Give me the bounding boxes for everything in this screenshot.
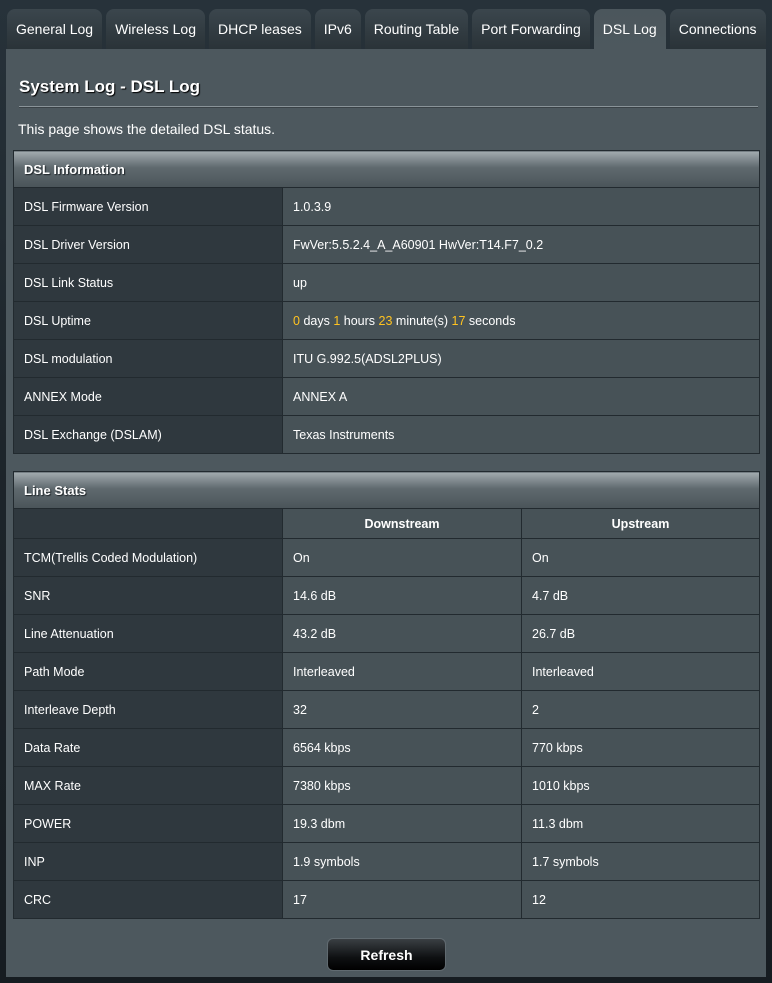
table-row: Path Mode Interleaved Interleaved: [13, 652, 760, 691]
title-divider: [19, 106, 758, 107]
table-row: ANNEX Mode ANNEX A: [13, 377, 760, 416]
downstream-value: 7380 kbps: [282, 766, 522, 805]
row-label: INP: [13, 842, 283, 881]
row-label: Interleave Depth: [13, 690, 283, 729]
refresh-button[interactable]: Refresh: [327, 938, 446, 971]
upstream-value: 770 kbps: [521, 728, 760, 767]
table-row: Line Attenuation 43.2 dB 26.7 dB: [13, 614, 760, 653]
line-stats-heading: Line Stats: [13, 471, 760, 509]
log-tab-bar: General Log Wireless Log DHCP leases IPv…: [7, 9, 766, 49]
row-value: FwVer:5.5.2.4_A_A60901 HwVer:T14.F7_0.2: [282, 225, 760, 264]
row-label: DSL Link Status: [13, 263, 283, 302]
table-row: Data Rate 6564 kbps 770 kbps: [13, 728, 760, 767]
table-row: POWER 19.3 dbm 11.3 dbm: [13, 804, 760, 843]
tab-connections[interactable]: Connections: [669, 9, 766, 49]
row-label: Path Mode: [13, 652, 283, 691]
dsl-log-panel: System Log - DSL Log This page shows the…: [6, 49, 766, 977]
table-row: DSL Exchange (DSLAM) Texas Instruments: [13, 415, 760, 454]
uptime-seconds-unit: seconds: [468, 313, 516, 328]
column-header-blank: [13, 508, 283, 539]
column-header-downstream: Downstream: [282, 508, 522, 539]
uptime-days: 0: [293, 313, 300, 328]
row-label: CRC: [13, 880, 283, 919]
row-value: ITU G.992.5(ADSL2PLUS): [282, 339, 760, 378]
tab-ipv6[interactable]: IPv6: [314, 9, 361, 49]
table-row: DSL Firmware Version 1.0.3.9: [13, 187, 760, 226]
table-row: DSL modulation ITU G.992.5(ADSL2PLUS): [13, 339, 760, 378]
upstream-value: 12: [521, 880, 760, 919]
upstream-value: 11.3 dbm: [521, 804, 760, 843]
uptime-hours: 1: [333, 313, 341, 328]
line-stats-table: Line Stats Downstream Upstream TCM(Trell…: [13, 471, 760, 919]
dsl-information-table: DSL Information DSL Firmware Version 1.0…: [13, 150, 760, 454]
tab-port-forwarding[interactable]: Port Forwarding: [472, 9, 590, 49]
downstream-value: 1.9 symbols: [282, 842, 522, 881]
tab-general-log[interactable]: General Log: [7, 9, 103, 49]
table-row: SNR 14.6 dB 4.7 dB: [13, 576, 760, 615]
uptime-hours-unit: hours: [343, 313, 376, 328]
table-row: INP 1.9 symbols 1.7 symbols: [13, 842, 760, 881]
row-label: Line Attenuation: [13, 614, 283, 653]
page-description: This page shows the detailed DSL status.: [18, 121, 276, 137]
row-label: DSL Firmware Version: [13, 187, 283, 226]
tab-dsl-log[interactable]: DSL Log: [593, 9, 666, 49]
uptime-seconds: 17: [451, 313, 466, 328]
row-label: Data Rate: [13, 728, 283, 767]
row-value: Texas Instruments: [282, 415, 760, 454]
row-label: TCM(Trellis Coded Modulation): [13, 538, 283, 577]
downstream-value: On: [282, 538, 522, 577]
row-label: DSL modulation: [13, 339, 283, 378]
upstream-value: 1.7 symbols: [521, 842, 760, 881]
downstream-value: 14.6 dB: [282, 576, 522, 615]
downstream-value: 19.3 dbm: [282, 804, 522, 843]
downstream-value: 32: [282, 690, 522, 729]
row-value: up: [282, 263, 760, 302]
row-label: ANNEX Mode: [13, 377, 283, 416]
table-row: MAX Rate 7380 kbps 1010 kbps: [13, 766, 760, 805]
upstream-value: 1010 kbps: [521, 766, 760, 805]
upstream-value: 26.7 dB: [521, 614, 760, 653]
tab-routing-table[interactable]: Routing Table: [364, 9, 469, 49]
dsl-information-heading: DSL Information: [13, 150, 760, 188]
row-label: MAX Rate: [13, 766, 283, 805]
table-row: Interleave Depth 32 2: [13, 690, 760, 729]
row-label: DSL Uptime: [13, 301, 283, 340]
tab-dhcp-leases[interactable]: DHCP leases: [208, 9, 311, 49]
row-value: ANNEX A: [282, 377, 760, 416]
row-label: DSL Exchange (DSLAM): [13, 415, 283, 454]
uptime-minutes: 23: [378, 313, 393, 328]
upstream-value: On: [521, 538, 760, 577]
page-title: System Log - DSL Log: [19, 77, 201, 96]
dsl-uptime-value: 0 days 1 hours 23 minute(s) 17 seconds: [282, 301, 760, 340]
row-label: DSL Driver Version: [13, 225, 283, 264]
downstream-value: Interleaved: [282, 652, 522, 691]
table-row: DSL Link Status up: [13, 263, 760, 302]
tab-wireless-log[interactable]: Wireless Log: [106, 9, 205, 49]
column-header-upstream: Upstream: [521, 508, 760, 539]
uptime-days-unit: days: [303, 313, 330, 328]
upstream-value: 4.7 dB: [521, 576, 760, 615]
upstream-value: 2: [521, 690, 760, 729]
table-row: DSL Driver Version FwVer:5.5.2.4_A_A6090…: [13, 225, 760, 264]
upstream-value: Interleaved: [521, 652, 760, 691]
downstream-value: 17: [282, 880, 522, 919]
uptime-minutes-unit: minute(s): [395, 313, 449, 328]
row-label: SNR: [13, 576, 283, 615]
row-label: POWER: [13, 804, 283, 843]
table-row: DSL Uptime 0 days 1 hours 23 minute(s) 1…: [13, 301, 760, 340]
row-value: 1.0.3.9: [282, 187, 760, 226]
downstream-value: 6564 kbps: [282, 728, 522, 767]
table-row: CRC 17 12: [13, 880, 760, 919]
table-row: TCM(Trellis Coded Modulation) On On: [13, 538, 760, 577]
downstream-value: 43.2 dB: [282, 614, 522, 653]
